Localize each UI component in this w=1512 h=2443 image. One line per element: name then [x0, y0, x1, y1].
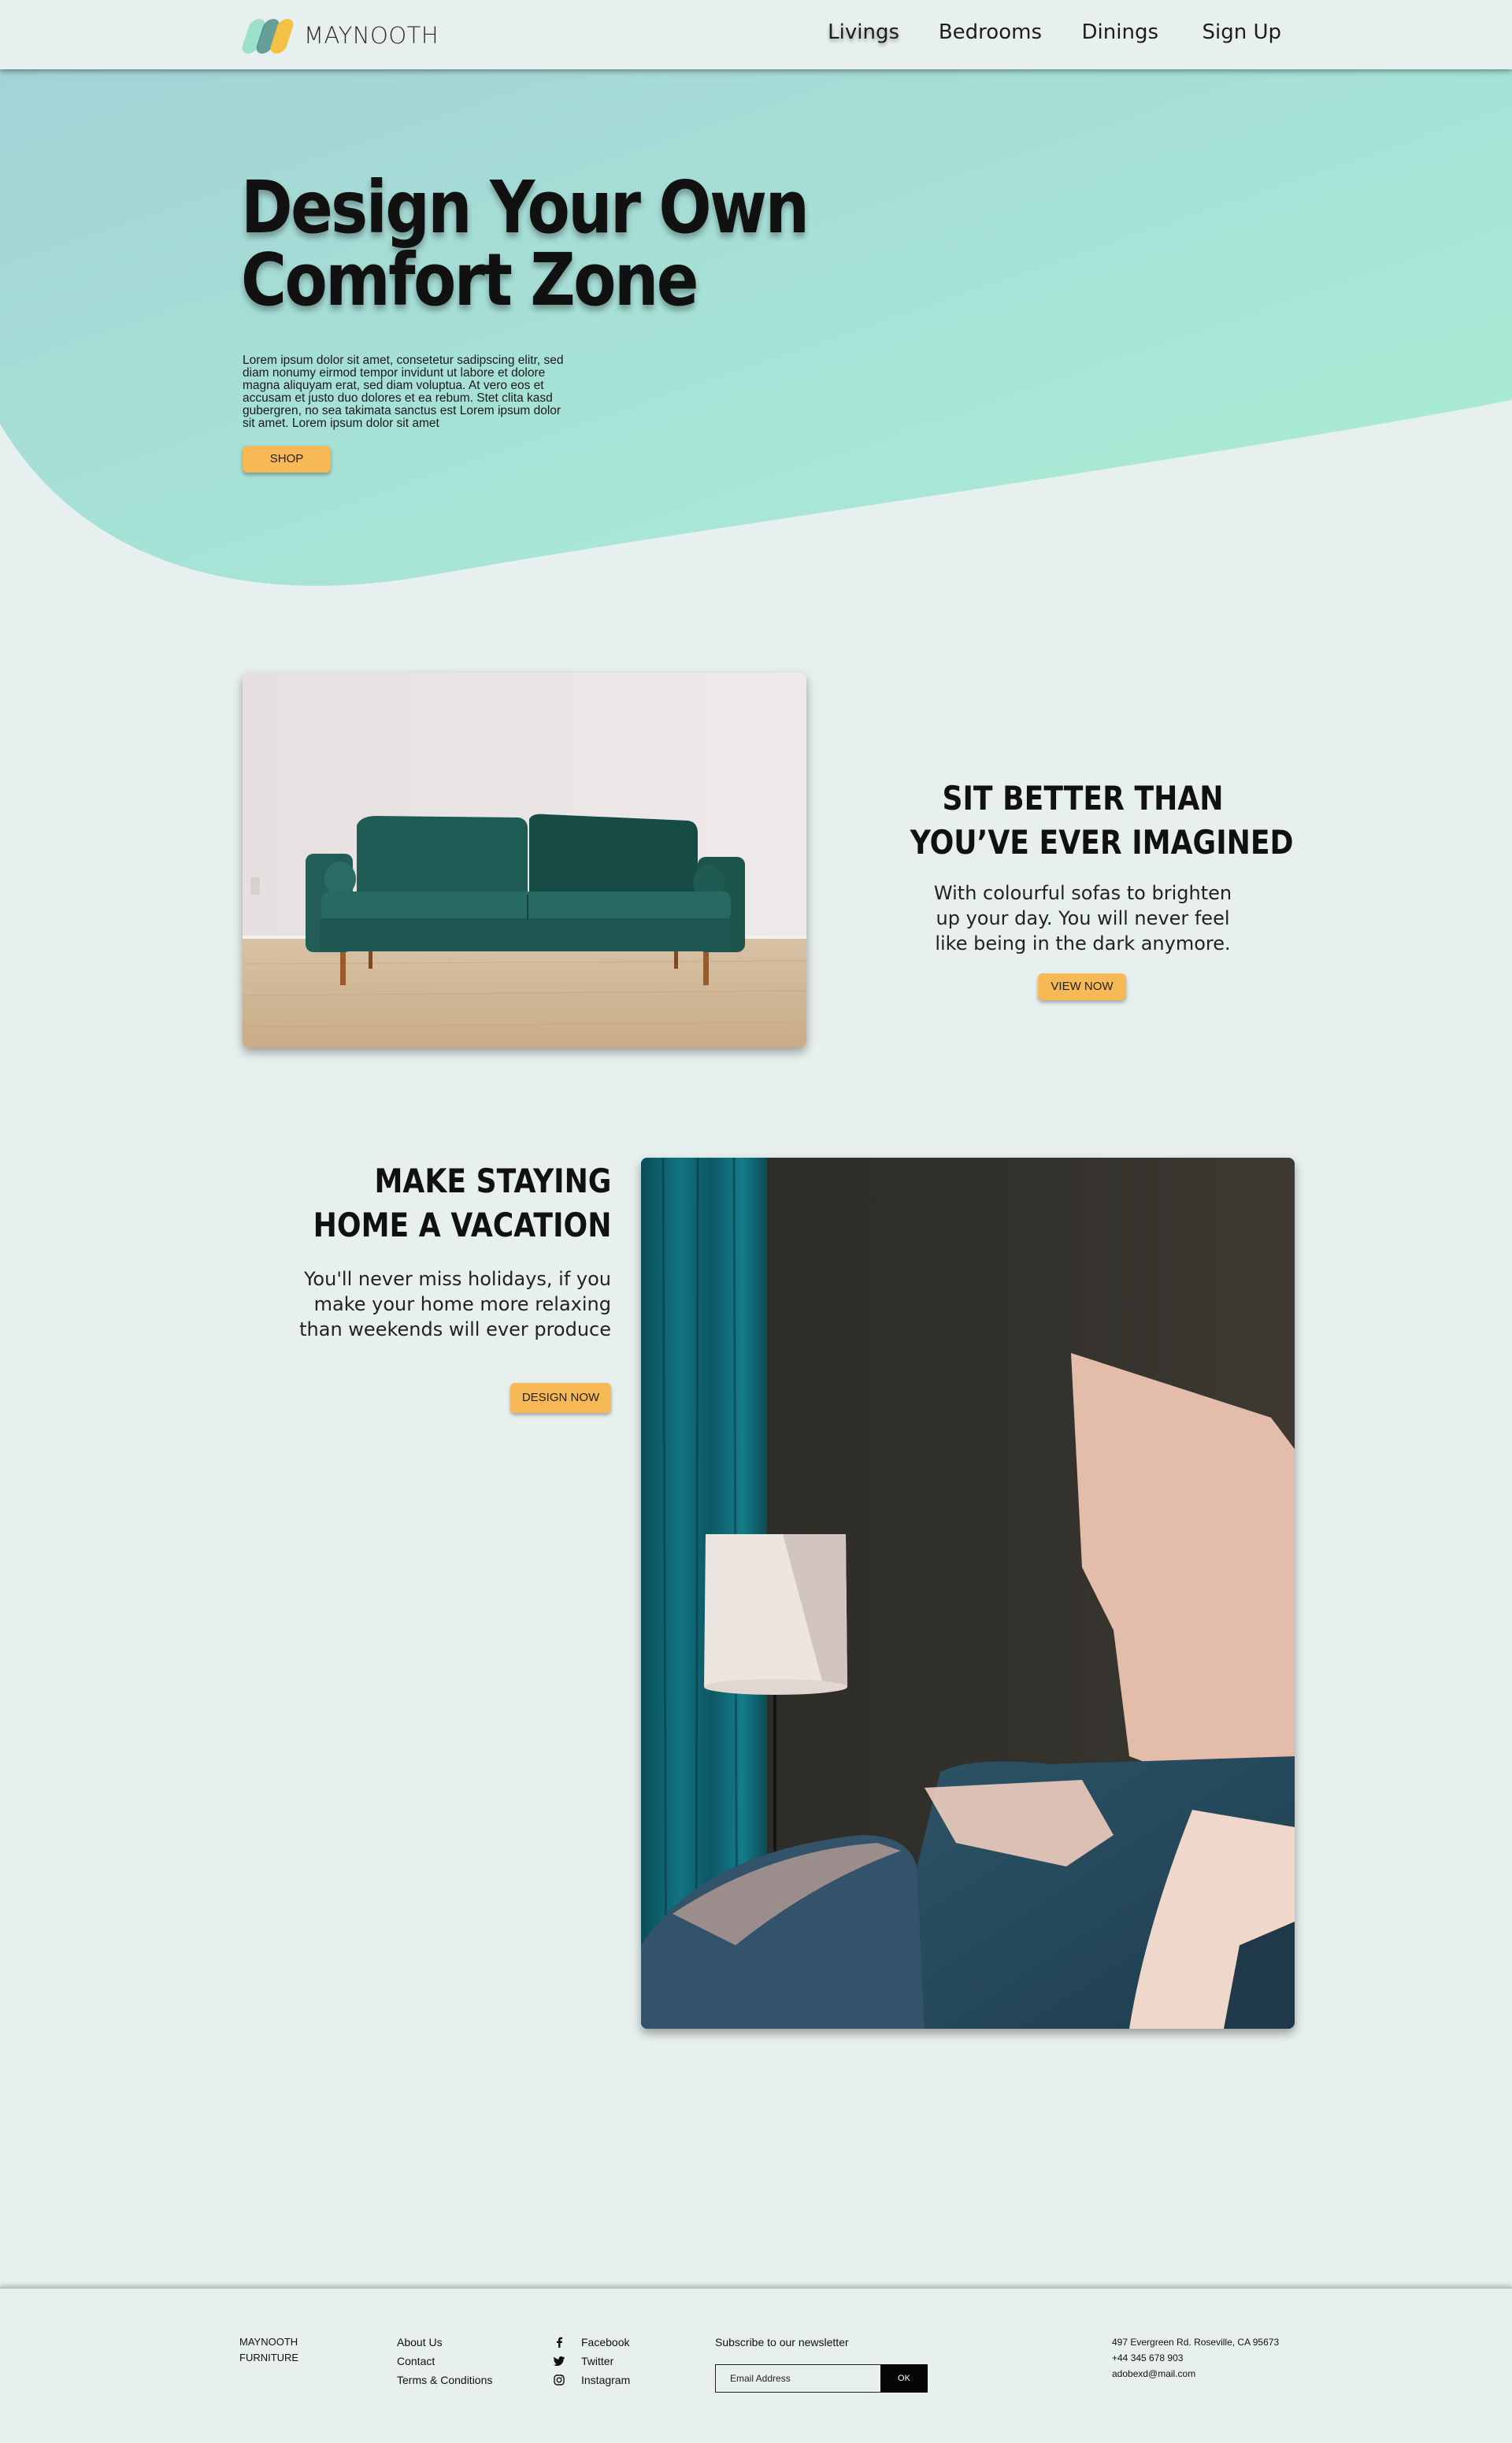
brand-name: MAYNOOTH [304, 22, 439, 49]
contact-phone: +44 345 678 903 [1112, 2352, 1184, 2363]
footer-brand-line-1: MAYNOOTH [239, 2336, 298, 2348]
footer-links: About Us Contact Terms & Conditions [397, 2333, 492, 2389]
view-now-button[interactable]: VIEW NOW [1038, 973, 1126, 1000]
hero-description: Lorem ipsum dolor sit amet, consetetur s… [243, 354, 564, 430]
instagram-icon [553, 2374, 565, 2386]
social-link-twitter[interactable]: Twitter [553, 2352, 630, 2371]
social-link-facebook[interactable]: Facebook [553, 2333, 630, 2352]
sofa-section-description: With colourful sofas to brighten up your… [933, 882, 1232, 955]
top-nav-bar: MAYNOOTH Livings Bedrooms Dinings Sign U… [0, 0, 1512, 69]
hero-title: Design Your Own Comfort Zone [241, 165, 810, 322]
nav-item-bedrooms[interactable]: Bedrooms [939, 20, 1042, 44]
footer-link-contact[interactable]: Contact [397, 2352, 492, 2371]
vacation-section-description: You'll never miss holidays, if you make … [299, 1268, 611, 1340]
hero-title-line-2: Comfort Zone [241, 238, 699, 322]
site-footer: MAYNOOTH FURNITURE About Us Contact Term… [0, 2287, 1512, 2443]
newsletter-form: OK [715, 2364, 928, 2393]
footer-link-about-us[interactable]: About Us [397, 2333, 492, 2352]
sofa-section-title: SIT BETTER THAN YOU’VE EVER IMAGINED [910, 777, 1294, 865]
nav-item-dinings[interactable]: Dinings [1082, 20, 1158, 44]
hero-title-line-1: Design Your Own [241, 165, 810, 250]
newsletter-email-input[interactable] [715, 2364, 880, 2393]
vacation-title-line-1: MAKE STAYING [374, 1162, 611, 1200]
hero-background-shape [0, 69, 1512, 586]
design-now-button[interactable]: DESIGN NOW [510, 1383, 611, 1413]
footer-brand-line-2: FURNITURE [239, 2352, 299, 2363]
nav-item-livings[interactable]: Livings [828, 20, 899, 44]
nav-item-sign-up[interactable]: Sign Up [1202, 20, 1281, 44]
logo-mark-icon [239, 17, 296, 54]
footer-link-terms[interactable]: Terms & Conditions [397, 2371, 492, 2389]
facebook-icon [553, 2336, 565, 2348]
footer-social-links: Facebook Twitter Instagram [553, 2333, 630, 2389]
social-label-facebook: Facebook [581, 2336, 630, 2348]
newsletter-submit-button[interactable]: OK [880, 2364, 928, 2393]
contact-email: adobexd@mail.com [1112, 2368, 1196, 2379]
sofa-title-line-1: SIT BETTER THAN [942, 779, 1224, 817]
newsletter-signup: Subscribe to our newsletter OK [715, 2336, 928, 2393]
social-label-instagram: Instagram [581, 2374, 631, 2386]
vacation-section-title: MAKE STAYING HOME A VACATION [313, 1159, 611, 1247]
social-link-instagram[interactable]: Instagram [553, 2371, 630, 2389]
shop-button[interactable]: SHOP [243, 446, 331, 473]
contact-address: 497 Evergreen Rd. Roseville, CA 95673 [1112, 2337, 1280, 2348]
brand-logo[interactable]: MAYNOOTH [239, 17, 439, 54]
footer-contact-info: 497 Evergreen Rd. Roseville, CA 95673 +4… [1112, 2334, 1279, 2382]
sofa-title-line-2: YOU’VE EVER IMAGINED [910, 823, 1294, 862]
lamp-sofa-photo [641, 1158, 1295, 2029]
twitter-icon [553, 2355, 565, 2367]
sofa-photo [243, 673, 806, 1047]
vacation-title-line-2: HOME A VACATION [313, 1206, 611, 1244]
social-label-twitter: Twitter [581, 2355, 614, 2367]
footer-brand: MAYNOOTH FURNITURE [239, 2334, 298, 2366]
newsletter-label: Subscribe to our newsletter [715, 2336, 849, 2348]
